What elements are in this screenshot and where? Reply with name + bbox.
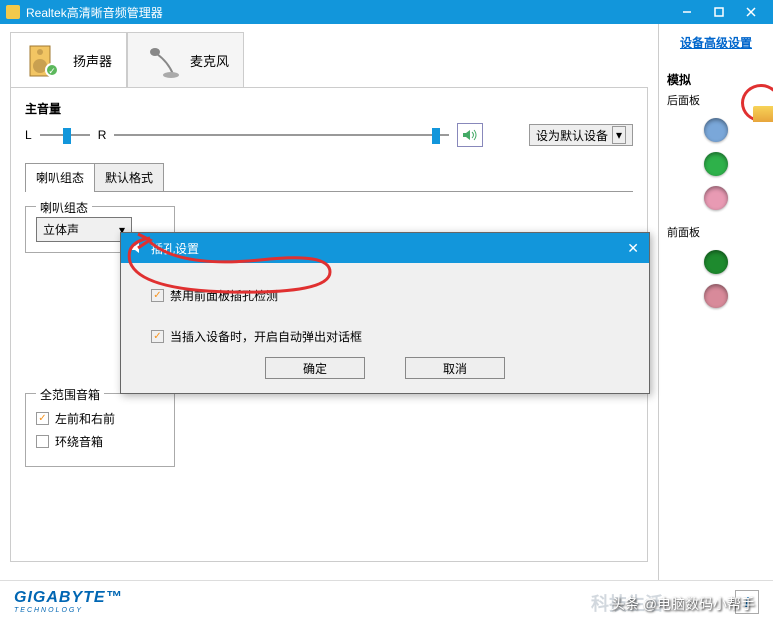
checkbox-icon	[151, 330, 164, 343]
maximize-button[interactable]	[703, 2, 735, 22]
balance-right-label: R	[98, 128, 107, 142]
side-panel: 设备高级设置 模拟 后面板 前面板	[658, 24, 773, 580]
jack-settings-dialog: 插孔设置 ✕ 禁用前面板插孔检测 当插入设备时，开启自动弹出对话框 确定 取消	[120, 232, 650, 394]
jack-front-green[interactable]	[704, 250, 728, 274]
advanced-settings-link[interactable]: 设备高级设置	[667, 34, 765, 51]
mute-button[interactable]	[457, 123, 483, 147]
set-default-label: 设为默认设备	[536, 127, 608, 144]
disable-front-jack-detect-row[interactable]: 禁用前面板插孔检测	[151, 287, 619, 304]
fullrange-surround-row[interactable]: 环绕音箱	[36, 433, 164, 450]
app-icon	[6, 5, 20, 19]
fullrange-surround-label: 环绕音箱	[55, 433, 103, 450]
checkbox-icon	[36, 412, 49, 425]
speaker-config-title: 喇叭组态	[36, 199, 92, 216]
tab-microphone[interactable]: 麦克风	[127, 32, 244, 88]
cancel-button[interactable]: 取消	[405, 357, 505, 379]
checkbox-icon	[36, 435, 49, 448]
tab-speaker[interactable]: ✓ 扬声器	[10, 32, 127, 88]
main-volume-label: 主音量	[25, 100, 633, 117]
close-button[interactable]	[735, 2, 767, 22]
jack-front-pink[interactable]	[704, 284, 728, 308]
auto-popup-label: 当插入设备时，开启自动弹出对话框	[170, 328, 362, 345]
gigabyte-logo: GIGABYTE™ TECHNOLOGY	[14, 589, 123, 614]
speaker-icon: ✓	[25, 41, 65, 81]
subtab-speaker-config[interactable]: 喇叭组态	[25, 163, 95, 192]
chevron-down-icon: ▾	[612, 126, 626, 144]
dialog-titlebar: 插孔设置 ✕	[121, 233, 649, 263]
back-panel-label: 后面板	[667, 92, 765, 108]
microphone-icon	[142, 41, 182, 81]
main-volume-slider[interactable]	[114, 126, 449, 144]
connector-settings-button[interactable]	[753, 106, 773, 122]
balance-slider[interactable]	[40, 126, 90, 144]
checkbox-icon	[151, 289, 164, 302]
device-tabs: ✓ 扬声器 麦克风	[10, 32, 648, 88]
dialog-close-button[interactable]: ✕	[627, 240, 639, 257]
ok-button[interactable]: 确定	[265, 357, 365, 379]
minimize-button[interactable]	[671, 2, 703, 22]
dialog-title: 插孔设置	[151, 240, 199, 257]
set-default-button[interactable]: 设为默认设备 ▾	[529, 124, 633, 146]
tab-mic-label: 麦克风	[190, 51, 229, 70]
jack-blue[interactable]	[704, 118, 728, 142]
watermark-text: 头条 @电脑数码小帮手	[611, 594, 755, 614]
auto-popup-row[interactable]: 当插入设备时，开启自动弹出对话框	[151, 328, 619, 345]
subtab-default-format[interactable]: 默认格式	[94, 163, 164, 192]
svg-text:✓: ✓	[48, 66, 56, 76]
disable-front-jack-label: 禁用前面板插孔检测	[170, 287, 278, 304]
front-panel-label: 前面板	[667, 224, 765, 240]
fullrange-front-label: 左前和右前	[55, 410, 115, 427]
analog-label: 模拟	[667, 71, 765, 88]
speaker-config-value: 立体声	[43, 221, 79, 238]
jack-green[interactable]	[704, 152, 728, 176]
speaker-icon	[131, 241, 145, 255]
window-title: Realtek高清晰音频管理器	[26, 4, 163, 21]
fullrange-title: 全范围音箱	[36, 386, 104, 403]
tab-speaker-label: 扬声器	[73, 51, 112, 70]
jack-pink[interactable]	[704, 186, 728, 210]
window-titlebar: Realtek高清晰音频管理器	[0, 0, 773, 24]
fullrange-front-row[interactable]: 左前和右前	[36, 410, 164, 427]
config-subtabs: 喇叭组态 默认格式	[25, 163, 633, 192]
fullrange-group: 全范围音箱 左前和右前 环绕音箱	[25, 393, 175, 467]
speaker-config-dropdown[interactable]: 立体声 ▾	[36, 217, 132, 242]
balance-left-label: L	[25, 128, 32, 142]
